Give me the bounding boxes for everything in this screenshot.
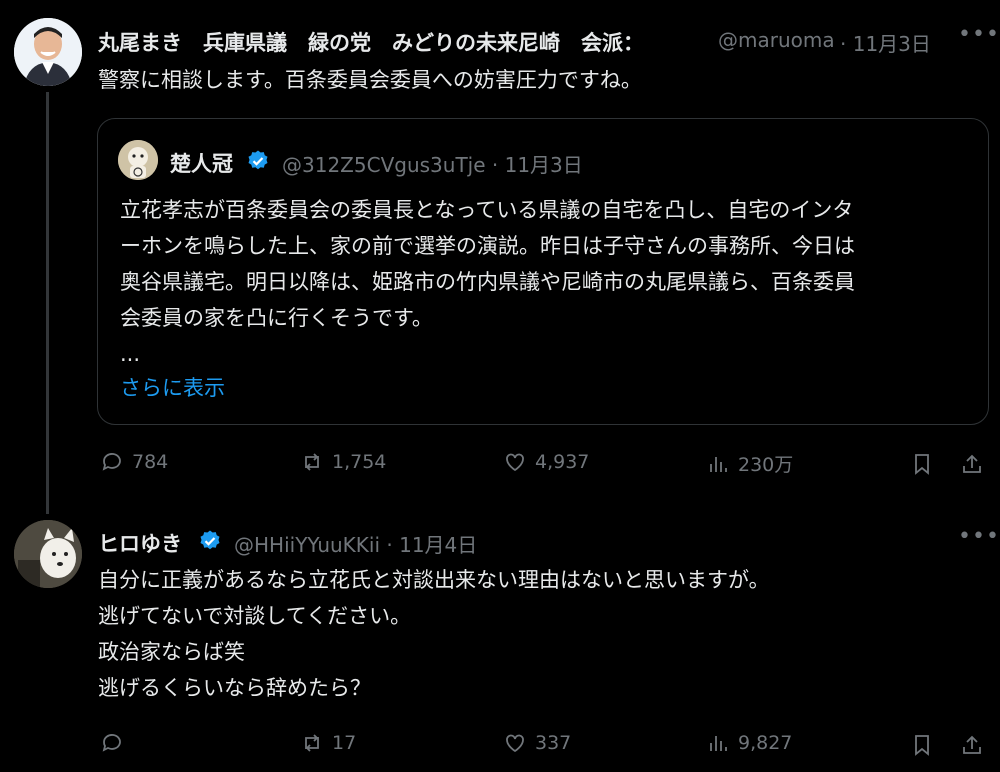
repost-button[interactable]: 1,754 [300, 450, 386, 474]
thread-line [46, 92, 49, 514]
share-icon[interactable] [960, 451, 984, 477]
author-name[interactable]: 丸尾まき 兵庫県議 緑の党 みどりの未来尼崎 会派： [98, 27, 644, 57]
analytics-icon [710, 456, 727, 472]
repost-icon [305, 734, 319, 752]
repost-count: 1,754 [332, 451, 387, 473]
tweet-text: 警察に相談します。百条委員会委員への妨害圧力ですね。 [98, 68, 642, 92]
repost-button-2[interactable]: 17 [300, 731, 356, 755]
reply-button[interactable]: 784 [100, 450, 168, 474]
analytics-icon [710, 736, 727, 751]
quoted-text-line-4: 会委員の家を凸に行くそうです。 [120, 306, 433, 330]
post-date[interactable]: · 11月3日 [840, 28, 931, 57]
avatar-quoted [118, 140, 158, 180]
author-handle[interactable]: @maruoma [718, 28, 836, 52]
bookmark-icon-2[interactable] [910, 732, 934, 758]
reply-icon [102, 734, 121, 752]
repost-icon [305, 453, 319, 471]
like-count: 4,937 [535, 451, 590, 473]
show-more-link[interactable]: さらに表示 [120, 370, 225, 406]
author-name-2[interactable]: ヒロゆき [98, 528, 182, 558]
quoted-ellipsis: ... [120, 342, 141, 366]
reply-text-line-2: 逃げてないで対談してください。 [98, 604, 412, 628]
avatar-hiroyuki[interactable] [14, 520, 82, 588]
views-button[interactable]: 230万 [706, 450, 793, 477]
reply-count: 784 [132, 451, 169, 473]
reply-button-2[interactable] [100, 731, 132, 755]
author-handle-2[interactable]: @HHiiYYuuKKii · 11月4日 [234, 529, 477, 558]
bookmark-icon[interactable] [910, 451, 934, 477]
heart-icon [506, 734, 524, 753]
avatar-maruo-image [14, 18, 82, 86]
avatar-maruo[interactable] [14, 18, 82, 86]
views-count-2: 9,827 [738, 732, 793, 754]
like-button[interactable]: 4,937 [503, 450, 589, 474]
reply-icon [102, 453, 121, 471]
views-button-2[interactable]: 9,827 [706, 731, 792, 755]
quoted-text-line-2: ーホンを鳴らした上、家の前で選挙の演説。昨日は子守さんの事務所、今日は [120, 234, 855, 258]
quoted-text-line-3: 奥谷県議宅。明日以降は、姫路市の竹内県議や尼崎市の丸尾県議ら、百条委員 [120, 270, 855, 294]
views-count: 230万 [738, 454, 794, 476]
more-options-icon-2[interactable]: ••• [958, 524, 1000, 549]
quoted-text-line-1: 立花孝志が百条委員会の委員長となっている県議の自宅を凸し、自宅のインタ [120, 198, 854, 222]
avatar-hiroyuki-image [14, 520, 82, 588]
quoted-author-handle[interactable]: @312Z5CVgus3uTje · 11月3日 [282, 149, 583, 178]
reply-text-line-3: 政治家ならば笑 [98, 640, 245, 664]
reply-text-line-4: 逃げるくらいなら辞めたら？ [98, 676, 371, 700]
quoted-author-name[interactable]: 楚人冠 [170, 148, 233, 178]
repost-count-2: 17 [332, 732, 357, 754]
heart-icon [506, 453, 524, 472]
reply-text-line-1: 自分に正義があるなら立花氏と対談出来ない理由はないと思いますが。 [98, 568, 770, 592]
share-icon-2[interactable] [960, 732, 984, 758]
like-button-2[interactable]: 337 [503, 731, 571, 755]
like-count-2: 337 [535, 732, 572, 754]
verified-badge-icon [248, 150, 268, 170]
more-options-icon[interactable]: ••• [958, 22, 1000, 47]
verified-badge-icon-2 [200, 530, 220, 550]
